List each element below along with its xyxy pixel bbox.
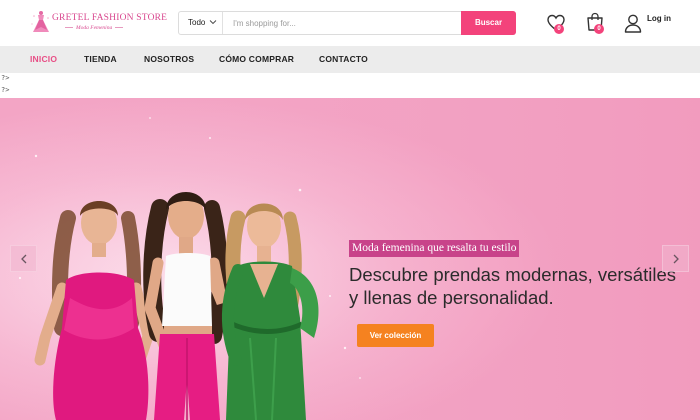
user-icon — [624, 14, 642, 33]
search-bar: Todo Buscar — [178, 11, 516, 35]
user-account-button[interactable] — [622, 12, 644, 34]
wishlist-count-badge: 0 — [554, 24, 564, 34]
nav-item-como-comprar[interactable]: CÓMO COMPRAR — [219, 46, 294, 73]
hero-models-image — [0, 98, 700, 420]
hero-banner: Moda femenina que resalta tu estilo Desc… — [0, 98, 700, 420]
brand-name: GRETEL FASHION STORE — [52, 13, 168, 23]
hero-headline: Descubre prendas modernas, versátiles y … — [349, 264, 676, 308]
search-category-select[interactable]: Todo — [179, 12, 223, 34]
chevron-left-icon — [21, 254, 27, 264]
chevron-right-icon — [673, 254, 679, 264]
search-button[interactable]: Buscar — [461, 11, 516, 35]
main-nav: INICIO TIENDA NOSOTROS CÓMO COMPRAR CONT… — [0, 46, 700, 73]
brand-tagline: Moda Femenina — [62, 25, 126, 31]
brand-logo[interactable]: GRETEL FASHION STORE Moda Femenina — [30, 9, 167, 37]
nav-item-contacto[interactable]: CONTACTO — [319, 46, 368, 73]
stray-php-output: ?> — [1, 74, 10, 82]
search-category-label: Todo — [188, 18, 206, 27]
stray-php-output: ?> — [1, 86, 10, 94]
search-input[interactable] — [225, 12, 461, 34]
chevron-down-icon — [209, 20, 217, 25]
login-link[interactable]: Log in — [647, 14, 671, 23]
site-header: GRETEL FASHION STORE Moda Femenina Todo … — [0, 0, 700, 46]
carousel-next-button[interactable] — [662, 245, 689, 272]
nav-item-inicio[interactable]: INICIO — [30, 46, 57, 73]
cart-count-badge: 0 — [594, 24, 604, 34]
carousel-prev-button[interactable] — [10, 245, 37, 272]
hero-tagline: Moda femenina que resalta tu estilo — [349, 240, 520, 257]
wishlist-button[interactable]: 0 — [545, 12, 567, 34]
view-collection-button[interactable]: Ver colección — [357, 324, 434, 347]
nav-item-nosotros[interactable]: NOSOTROS — [144, 46, 194, 73]
nav-item-tienda[interactable]: TIENDA — [84, 46, 117, 73]
cart-button[interactable]: 0 — [584, 11, 606, 34]
dress-logo-icon — [31, 11, 49, 32]
